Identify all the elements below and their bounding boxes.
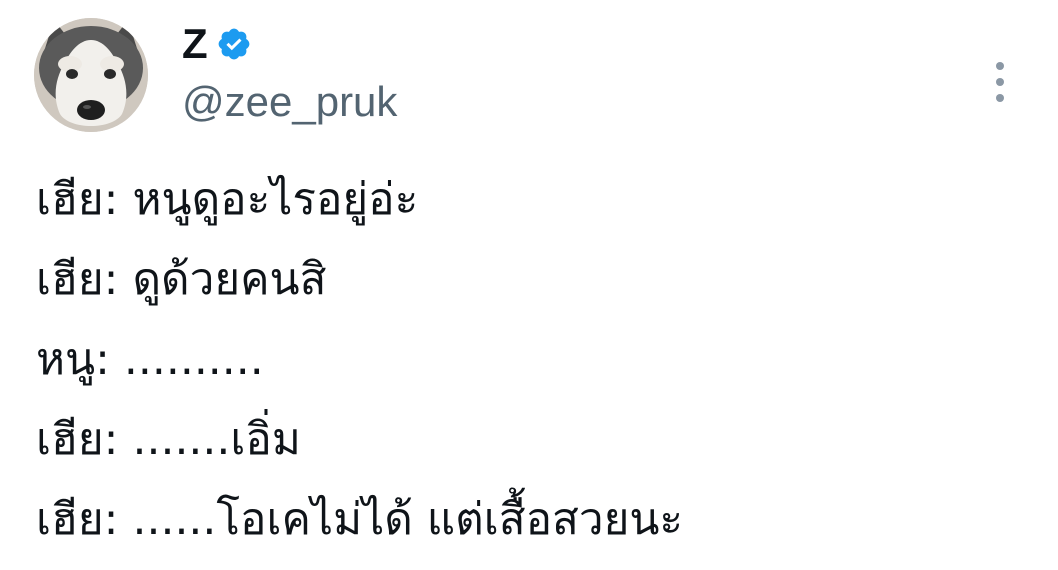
display-name[interactable]: Z xyxy=(182,20,208,68)
tweet-line: หนู: .......... xyxy=(36,334,264,385)
tweet-line: เฮีย: หนูดูอะไรอยู่อ่ะ xyxy=(36,174,419,225)
tweet-line: เฮีย: .......เอิ่ม xyxy=(36,414,301,465)
husky-dog-avatar-icon xyxy=(34,18,148,132)
tweet-line: เฮีย: ......โอเคไม่ได้ แต่เสื้อสวยนะ xyxy=(36,494,684,545)
user-handle[interactable]: @zee_pruk xyxy=(182,78,397,126)
tweet-card: Z @zee_pruk เฮีย: หนูดูอะไรอยู่อ่ะ เฮีย:… xyxy=(0,0,1058,570)
tweet-line: เฮีย: ดูด้วยคนสิ xyxy=(36,254,327,305)
more-dot xyxy=(996,78,1004,86)
more-dot xyxy=(996,94,1004,102)
more-dot xyxy=(996,62,1004,70)
author-names: Z @zee_pruk xyxy=(182,20,397,126)
more-vertical-icon[interactable] xyxy=(990,62,1010,102)
tweet-text: เฮีย: หนูดูอะไรอยู่อ่ะ เฮีย: ดูด้วยคนสิ … xyxy=(36,160,1036,560)
display-name-row: Z xyxy=(182,20,397,68)
tweet-header: Z @zee_pruk xyxy=(34,18,1034,134)
avatar[interactable] xyxy=(34,18,148,132)
verified-badge-icon xyxy=(216,26,252,62)
